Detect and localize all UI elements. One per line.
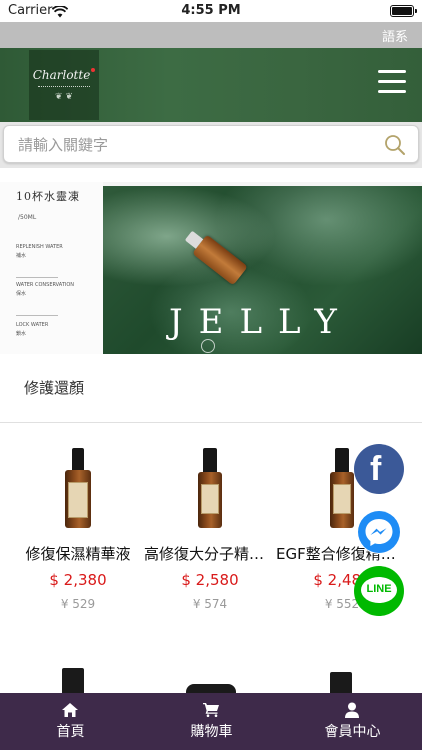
banner-feature-3: LOCK WATER 鎖水	[16, 322, 76, 338]
product-image	[330, 448, 354, 528]
product-card[interactable]: 高修復大分子精華液 $ 2,580 ¥ 574	[144, 440, 276, 620]
user-icon	[344, 702, 360, 722]
banner-separator	[16, 277, 58, 278]
line-label: LINE	[366, 583, 392, 595]
menu-bar-bottom	[378, 90, 406, 93]
tab-label: 會員中心	[324, 724, 381, 740]
hamburger-menu-button[interactable]	[378, 70, 406, 94]
site-header: Charlotte ❦ ❦	[0, 48, 422, 122]
promo-banner[interactable]: 10杯水靈凍 /50ML REPLENISH WATER 補水 WATER CO…	[0, 182, 422, 354]
status-bar: Carrier 4:55 PM	[0, 0, 422, 22]
product-original-price: ¥ 529	[60, 597, 96, 611]
tab-cart[interactable]: 購物車	[141, 693, 282, 750]
carousel-indicator[interactable]	[201, 339, 215, 353]
menu-bar-middle	[378, 80, 406, 83]
logo-text: Charlotte	[32, 68, 91, 82]
tab-member-center[interactable]: 會員中心	[282, 693, 422, 750]
logo-divider	[38, 86, 90, 88]
section-title: 修護還顏	[24, 379, 85, 397]
messenger-icon	[358, 511, 400, 553]
banner-word: JELLY	[169, 302, 353, 342]
menu-bar-top	[378, 70, 406, 73]
banner-feature-cn: 鎖水	[16, 331, 27, 337]
banner-title: 10杯水靈凍	[16, 190, 80, 203]
facebook-button[interactable]: f	[354, 444, 404, 494]
product-price: $ 2,380	[49, 571, 107, 589]
cart-icon	[203, 702, 219, 721]
banner-info-panel: 10杯水靈凍 /50ML REPLENISH WATER 補水 WATER CO…	[0, 182, 103, 354]
search-box	[3, 125, 419, 163]
banner-feature-en: REPLENISH WATER	[16, 244, 63, 250]
tab-label: 購物車	[190, 724, 233, 740]
brand-logo[interactable]: Charlotte ❦ ❦	[29, 50, 99, 120]
banner-size: /50ML	[18, 214, 37, 221]
search-section	[0, 122, 422, 168]
banner-bottle-image	[192, 234, 248, 286]
logo-dot	[91, 68, 96, 72]
line-button[interactable]: LINE	[354, 566, 404, 616]
product-name: 高修復大分子精華液	[144, 545, 276, 563]
search-icon[interactable]	[384, 134, 406, 160]
product-image	[198, 448, 222, 528]
banner-feature-2: WATER CONSERVATION 保水	[16, 282, 76, 298]
section-divider	[0, 422, 422, 423]
banner-separator	[16, 315, 58, 316]
status-time: 4:55 PM	[181, 3, 241, 18]
product-image	[65, 448, 91, 528]
language-selector[interactable]: 語系	[382, 26, 408, 45]
banner-feature-cn: 保水	[16, 291, 27, 297]
tab-home[interactable]: 首頁	[0, 693, 141, 750]
banner-feature-1: REPLENISH WATER 補水	[16, 244, 76, 260]
banner-feature-cn: 補水	[16, 253, 27, 259]
search-input[interactable]	[18, 132, 358, 158]
product-card[interactable]: 修復保濕精華液 $ 2,380 ¥ 529	[12, 440, 144, 620]
language-bar: 語系	[0, 22, 422, 48]
battery-icon	[390, 5, 417, 17]
tab-label: 首頁	[56, 724, 85, 740]
bottom-tab-bar: 首頁 購物車 會員中心	[0, 693, 422, 750]
messenger-button[interactable]	[357, 510, 401, 554]
banner-feature-en: LOCK WATER	[16, 322, 49, 328]
home-icon	[62, 702, 78, 721]
leaf-ornament-icon: ❦ ❦	[55, 92, 73, 102]
banner-image: JELLY	[103, 186, 422, 354]
facebook-icon: f	[370, 450, 382, 488]
banner-feature-en: WATER CONSERVATION	[16, 282, 75, 288]
product-name: 修復保濕精華液	[25, 545, 131, 563]
product-price: $ 2,580	[181, 571, 239, 589]
product-original-price: ¥ 574	[192, 597, 228, 611]
